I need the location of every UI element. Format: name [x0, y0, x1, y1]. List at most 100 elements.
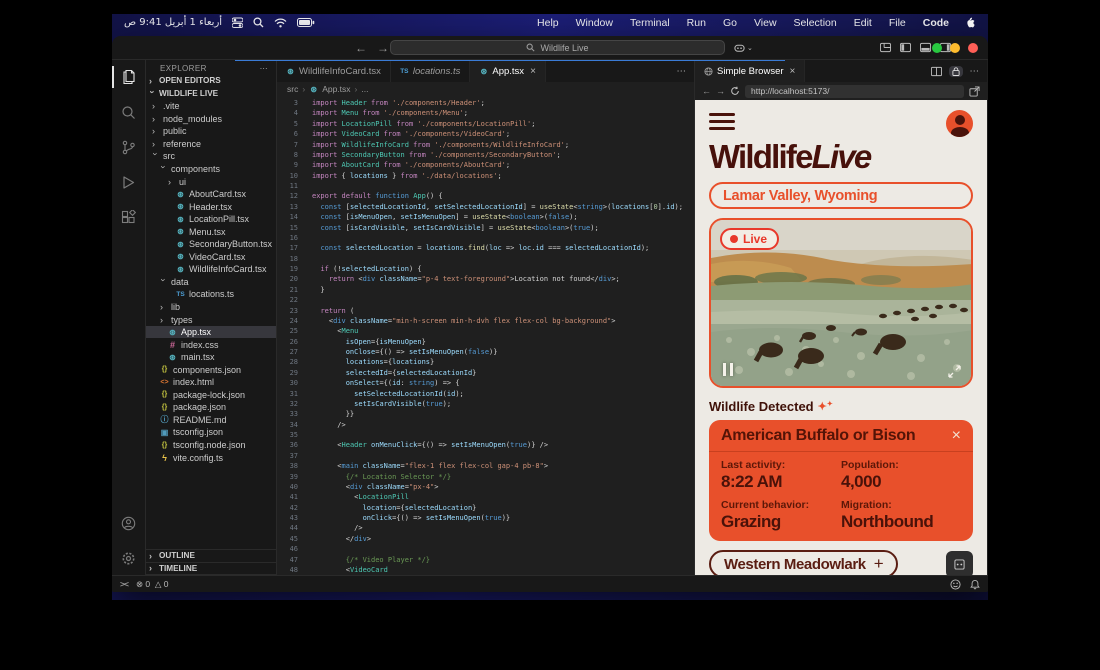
apple-menu-icon[interactable]: [965, 16, 976, 29]
source-control-icon[interactable]: [112, 134, 146, 160]
code-line[interactable]: 6import VideoCard from './components/Vid…: [277, 129, 694, 139]
breadcrumb-item[interactable]: src: [287, 84, 298, 94]
window-zoom-button[interactable]: [932, 43, 942, 53]
code-line[interactable]: 19 if (!selectedLocation) {: [277, 264, 694, 274]
breadcrumb-item[interactable]: App.tsx: [322, 84, 350, 94]
control-center-icon[interactable]: [232, 17, 243, 28]
open-external-icon[interactable]: [969, 86, 980, 97]
tab-close-icon[interactable]: ×: [530, 66, 536, 77]
code-line[interactable]: 44 />: [277, 523, 694, 533]
code-line[interactable]: 40 <div className="px-4">: [277, 482, 694, 492]
code-line[interactable]: 25 <Menu: [277, 326, 694, 336]
project-root-folder[interactable]: ›WILDLIFE LIVE: [146, 87, 276, 100]
tree-file-vite.config.ts[interactable]: ϟvite.config.ts: [146, 451, 276, 464]
menu-item-go[interactable]: Go: [723, 17, 737, 29]
code-line[interactable]: 8import SecondaryButton from './componen…: [277, 150, 694, 160]
copilot-menu-button[interactable]: ⌄: [734, 43, 753, 53]
feedback-smiley-icon[interactable]: [950, 579, 961, 590]
remote-indicator[interactable]: ><: [120, 579, 128, 589]
code-line[interactable]: 39 {/* Location Selector */}: [277, 472, 694, 482]
menu-item-window[interactable]: Window: [576, 17, 613, 29]
menu-item-view[interactable]: View: [754, 17, 777, 29]
tab-simple-browser[interactable]: Simple Browser ×: [695, 60, 805, 82]
code-line[interactable]: 33 }}: [277, 409, 694, 419]
code-line[interactable]: 32 setIsCardVisible(true);: [277, 399, 694, 409]
code-line[interactable]: 14 const [isMenuOpen, setIsMenuOpen] = u…: [277, 212, 694, 222]
tree-folder-types[interactable]: ›types: [146, 313, 276, 326]
code-line[interactable]: 46: [277, 544, 694, 554]
next-species-pill[interactable]: Western Meadowlark +: [709, 550, 898, 575]
tree-folder-components[interactable]: ›components: [146, 163, 276, 176]
toggle-panel-icon[interactable]: [920, 42, 931, 53]
code-line[interactable]: 47 {/* Video Player */}: [277, 555, 694, 565]
code-line[interactable]: 22: [277, 295, 694, 305]
notifications-bell-icon[interactable]: [970, 579, 980, 590]
code-line[interactable]: 9import AboutCard from './components/Abo…: [277, 160, 694, 170]
tab-wildlifeinfocard[interactable]: ⊛ WildlifeInfoCard.tsx: [277, 60, 391, 82]
code-line[interactable]: 35: [277, 430, 694, 440]
tree-file-tsconfig.json[interactable]: ▣tsconfig.json: [146, 426, 276, 439]
tree-file-LocationPill.tsx[interactable]: ⊛LocationPill.tsx: [146, 213, 276, 226]
history-back-button[interactable]: ←: [355, 41, 367, 55]
tree-folder-src[interactable]: ›src: [146, 150, 276, 163]
menu-item-code[interactable]: Code: [923, 17, 949, 29]
tree-file-README.md[interactable]: ⓘREADME.md: [146, 414, 276, 427]
code-line[interactable]: 41 <LocationPill: [277, 492, 694, 502]
code-line[interactable]: 24 <div className="min-h-screen min-h-dv…: [277, 316, 694, 326]
tree-folder-ui[interactable]: ›ui: [146, 175, 276, 188]
code-line[interactable]: 13 const [selectedLocationId, setSelecte…: [277, 202, 694, 212]
code-line[interactable]: 45 </div>: [277, 534, 694, 544]
code-line[interactable]: 30 onSelect={(id: string) => {: [277, 378, 694, 388]
live-video-card[interactable]: Live: [709, 218, 973, 388]
tree-file-WildlifeInfoCard.tsx[interactable]: ⊛WildlifeInfoCard.tsx: [146, 263, 276, 276]
explorer-more-actions[interactable]: ⋯: [260, 64, 268, 73]
tree-file-AboutCard.tsx[interactable]: ⊛AboutCard.tsx: [146, 188, 276, 201]
tree-file-main.tsx[interactable]: ⊛main.tsx: [146, 351, 276, 364]
open-editors-section[interactable]: ›OPEN EDITORS: [146, 74, 276, 87]
settings-gear-icon[interactable]: [112, 545, 146, 571]
code-line[interactable]: 28 locations={locations}: [277, 357, 694, 367]
tree-file-Menu.tsx[interactable]: ⊛Menu.tsx: [146, 225, 276, 238]
fullscreen-expand-icon[interactable]: [948, 365, 961, 378]
code-line[interactable]: 18: [277, 254, 694, 264]
history-forward-button[interactable]: →: [377, 41, 389, 55]
browser-forward-button[interactable]: →: [716, 86, 725, 96]
code-area[interactable]: 3import Header from './components/Header…: [277, 96, 694, 575]
code-line[interactable]: 37: [277, 451, 694, 461]
tree-file-package.json[interactable]: {}package.json: [146, 401, 276, 414]
menu-item-selection[interactable]: Selection: [794, 17, 837, 29]
code-line[interactable]: 34 />: [277, 420, 694, 430]
run-debug-icon[interactable]: [112, 169, 146, 195]
tree-file-tsconfig.node.json[interactable]: {}tsconfig.node.json: [146, 439, 276, 452]
code-line[interactable]: 20 return <div className="p-4 text-foreg…: [277, 274, 694, 284]
tree-file-index.html[interactable]: <>index.html: [146, 376, 276, 389]
code-line[interactable]: 48 <VideoCard: [277, 565, 694, 575]
tree-file-locations.ts[interactable]: TSlocations.ts: [146, 288, 276, 301]
code-line[interactable]: 27 onClose={() => setIsMenuOpen(false)}: [277, 347, 694, 357]
window-minimize-button[interactable]: [950, 43, 960, 53]
menu-item-run[interactable]: Run: [687, 17, 706, 29]
tree-file-components.json[interactable]: {}components.json: [146, 363, 276, 376]
code-line[interactable]: 12export default function App() {: [277, 191, 694, 201]
reload-icon[interactable]: [730, 86, 740, 96]
code-line[interactable]: 36 <Header onMenuClick={() => setIsMenuO…: [277, 440, 694, 450]
code-line[interactable]: 7import WildlifeInfoCard from './compone…: [277, 140, 694, 150]
window-close-button[interactable]: [968, 43, 978, 53]
toggle-sidebar-icon[interactable]: [900, 42, 911, 53]
tree-folder-reference[interactable]: ›reference: [146, 138, 276, 151]
explorer-icon[interactable]: [112, 64, 146, 90]
browser-overlay-button[interactable]: [946, 551, 973, 576]
code-line[interactable]: 43 onClick={() => setIsMenuOpen(true)}: [277, 513, 694, 523]
code-line[interactable]: 15 const [isCardVisible, setIsCardVisibl…: [277, 223, 694, 233]
tree-file-package-lock.json[interactable]: {}package-lock.json: [146, 389, 276, 402]
timeline-section[interactable]: ›TIMELINE: [146, 563, 276, 576]
code-line[interactable]: 17 const selectedLocation = locations.fi…: [277, 243, 694, 253]
customize-layout-icon[interactable]: [880, 42, 891, 53]
pause-button[interactable]: [723, 363, 733, 376]
command-center[interactable]: Wildlife Live: [390, 40, 725, 55]
menu-item-help[interactable]: Help: [537, 17, 559, 29]
accounts-icon[interactable]: [112, 510, 146, 536]
tree-file-index.css[interactable]: #index.css: [146, 338, 276, 351]
code-line[interactable]: 16: [277, 233, 694, 243]
tree-file-VideoCard.tsx[interactable]: ⊛VideoCard.tsx: [146, 251, 276, 264]
